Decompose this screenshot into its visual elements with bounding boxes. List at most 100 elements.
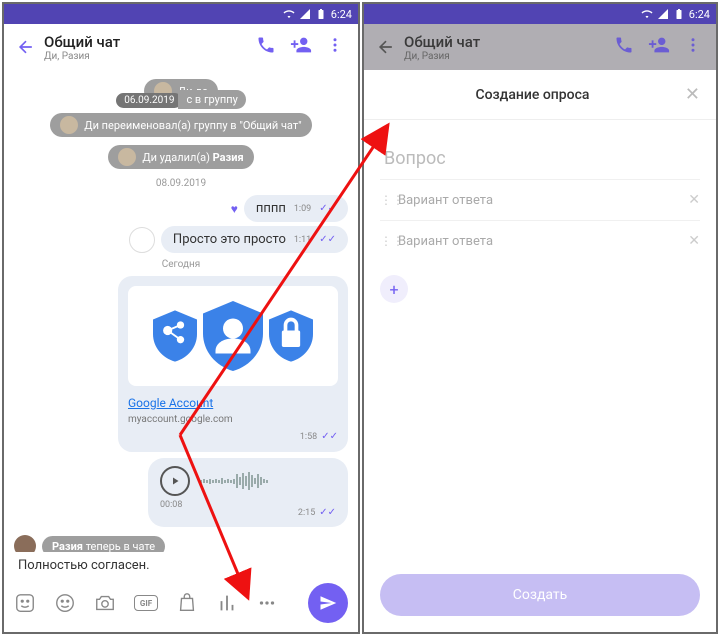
status-bar: 6:24	[4, 4, 358, 24]
battery-icon	[673, 8, 685, 20]
arrow-left-icon	[16, 37, 36, 57]
gif-button[interactable]: GIF	[134, 595, 158, 611]
read-icon: ✓✓	[319, 203, 336, 214]
poll-creation-sheet: Создание опроса ✕ Вопрос ⋮⋮ Вариант отве…	[364, 70, 716, 632]
more-vert-icon	[684, 36, 702, 54]
suggestion-text[interactable]: Полностью согласен.	[4, 552, 358, 579]
message-text: пппп	[256, 201, 286, 216]
person-add-icon	[290, 34, 312, 56]
drag-handle-icon[interactable]: ⋮⋮	[380, 234, 398, 248]
poll-icon	[216, 592, 238, 614]
remove-option-button[interactable]: ✕	[688, 233, 700, 249]
chat-body[interactable]: Ди до 06.09.2019с в группу Ди переименов…	[4, 70, 358, 552]
camera-icon	[94, 592, 116, 614]
chat-header-dimmed: Общий чат Ди, Разия	[364, 24, 716, 70]
read-icon: ✓✓	[319, 234, 336, 245]
link-card[interactable]: Google Account myaccount.google.com 1:58…	[118, 276, 348, 452]
chat-subtitle: Ди, Разия	[44, 51, 256, 62]
create-button[interactable]: Создать	[380, 574, 700, 616]
heart-icon[interactable]: ♥	[231, 202, 238, 216]
system-message: Ди удалил(а) Разия	[108, 145, 253, 169]
voice-duration: 00:08	[160, 500, 182, 519]
avatar	[14, 535, 36, 552]
chat-subtitle: Ди, Разия	[404, 51, 614, 62]
back-button[interactable]	[12, 37, 40, 57]
call-button[interactable]	[256, 35, 276, 59]
back-button	[372, 37, 400, 57]
option-row: ⋮⋮ Вариант ответа ✕	[380, 220, 700, 261]
poll-title: Создание опроса	[380, 87, 685, 103]
shield-icon	[203, 301, 263, 371]
message-time: 1:09	[294, 204, 311, 214]
avatar	[60, 116, 78, 134]
question-input[interactable]: Вопрос	[380, 130, 700, 179]
emoji-icon	[54, 592, 76, 614]
remove-option-button[interactable]: ✕	[688, 192, 700, 208]
phone-icon	[614, 35, 634, 55]
battery-icon	[315, 8, 327, 20]
option-row: ⋮⋮ Вариант ответа ✕	[380, 179, 700, 220]
message-text: Просто это просто	[173, 232, 286, 247]
more-horiz-icon	[256, 592, 278, 614]
play-button[interactable]	[160, 466, 190, 496]
arrow-left-icon	[376, 37, 396, 57]
wifi-icon	[283, 8, 295, 20]
camera-button[interactable]	[94, 592, 116, 614]
header-title-block[interactable]: Общий чат Ди, Разия	[40, 33, 256, 62]
option-input[interactable]: Вариант ответа	[398, 234, 688, 249]
signal-icon	[657, 8, 669, 20]
link-title: Google Account	[128, 396, 338, 410]
waveform[interactable]	[200, 471, 336, 491]
signal-icon	[299, 8, 311, 20]
date-pill: 06.09.2019	[116, 93, 182, 108]
react-placeholder[interactable]	[129, 227, 155, 253]
read-icon: ✓✓	[321, 431, 338, 442]
option-input[interactable]: Вариант ответа	[398, 193, 688, 208]
message-out[interactable]: пппп 1:09 ✓✓	[244, 195, 348, 222]
attach-button[interactable]	[176, 592, 198, 614]
more-button[interactable]	[256, 592, 278, 614]
sticker-button[interactable]	[14, 592, 36, 614]
input-footer: Полностью согласен. GIF	[4, 552, 358, 632]
call-button	[614, 35, 634, 59]
link-preview-image	[128, 286, 338, 386]
status-time: 6:24	[689, 8, 710, 21]
read-icon: ✓✓	[319, 507, 336, 518]
menu-button[interactable]	[326, 36, 344, 58]
voice-message[interactable]: 00:08 2:15 ✓✓	[148, 458, 348, 527]
drag-handle-icon[interactable]: ⋮⋮	[380, 193, 398, 207]
system-message: Разия теперь в чате	[14, 535, 348, 552]
menu-button	[684, 36, 702, 58]
chat-header: Общий чат Ди, Разия	[4, 24, 358, 70]
chat-title: Общий чат	[404, 33, 614, 51]
link-url: myaccount.google.com	[128, 414, 338, 425]
shield-icon	[269, 310, 313, 362]
date-separator: Сегодня	[14, 259, 348, 270]
close-button[interactable]: ✕	[685, 84, 700, 105]
system-message: Ди переименовал(а) группу в "Общий чат"	[50, 113, 311, 137]
message-time: 2:15	[298, 508, 315, 518]
add-person-button	[648, 34, 670, 60]
person-add-icon	[648, 34, 670, 56]
send-button[interactable]	[308, 583, 348, 623]
shield-icon	[153, 310, 197, 362]
poll-button[interactable]	[216, 592, 238, 614]
phone-icon	[256, 35, 276, 55]
send-icon	[319, 594, 337, 612]
date-separator: 08.09.2019	[14, 178, 348, 189]
bag-icon	[176, 592, 198, 614]
add-option-button[interactable]: +	[380, 275, 408, 303]
add-person-button[interactable]	[290, 34, 312, 60]
smile-icon	[14, 592, 36, 614]
status-time: 6:24	[331, 8, 352, 21]
message-time: 1:11	[294, 235, 311, 245]
chat-title: Общий чат	[44, 33, 256, 51]
message-time: 1:58	[300, 432, 317, 442]
play-icon	[169, 475, 181, 487]
more-vert-icon	[326, 36, 344, 54]
status-bar: 6:24	[364, 4, 716, 24]
wifi-icon	[641, 8, 653, 20]
emoji-button[interactable]	[54, 592, 76, 614]
message-out[interactable]: Просто это просто 1:11 ✓✓	[161, 226, 348, 253]
avatar	[118, 148, 136, 166]
